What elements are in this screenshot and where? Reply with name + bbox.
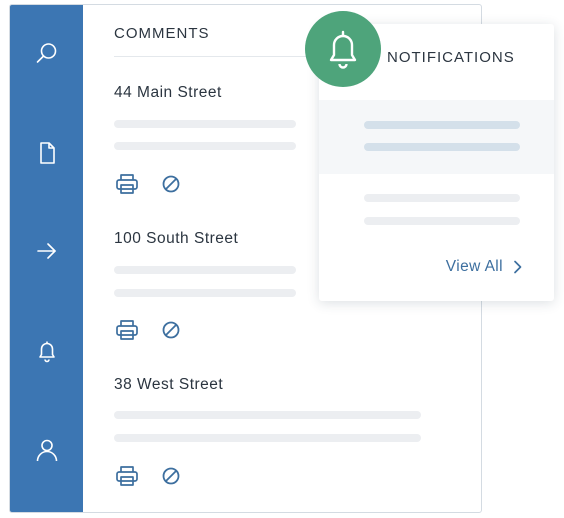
text-placeholder xyxy=(114,120,296,128)
arrow-right-icon xyxy=(36,243,56,259)
ban-icon xyxy=(162,467,180,485)
block-button[interactable] xyxy=(158,318,184,342)
text-placeholder xyxy=(364,194,520,202)
print-button[interactable] xyxy=(114,464,140,488)
comment-actions xyxy=(114,318,184,342)
ban-icon xyxy=(162,321,180,339)
bell-icon xyxy=(329,30,357,69)
notifications-badge xyxy=(305,11,381,87)
sidebar-item-profile[interactable] xyxy=(10,422,83,478)
print-icon xyxy=(116,174,138,194)
comment-actions xyxy=(114,464,184,488)
notification-item-unread[interactable] xyxy=(319,100,554,174)
print-icon xyxy=(116,320,138,340)
comment-item[interactable]: 38 West Street xyxy=(114,376,434,486)
comment-title: 38 West Street xyxy=(114,376,224,393)
document-icon xyxy=(39,142,55,164)
sidebar xyxy=(10,5,83,512)
text-placeholder xyxy=(114,434,421,442)
text-placeholder xyxy=(364,143,520,151)
sidebar-item-search[interactable] xyxy=(10,25,83,81)
sidebar-item-notifications[interactable] xyxy=(10,323,83,379)
text-placeholder xyxy=(364,217,520,225)
bell-icon xyxy=(38,341,55,363)
block-button[interactable] xyxy=(158,172,184,196)
text-placeholder xyxy=(114,266,296,274)
search-icon xyxy=(36,43,56,63)
notifications-title: NOTIFICATIONS xyxy=(387,49,515,66)
view-all-label: View All xyxy=(445,258,503,275)
sidebar-item-forward[interactable] xyxy=(10,223,83,279)
print-button[interactable] xyxy=(114,172,140,196)
user-icon xyxy=(36,439,57,462)
comments-heading: COMMENTS xyxy=(114,25,210,42)
text-placeholder xyxy=(114,411,421,419)
text-placeholder xyxy=(114,142,296,150)
text-placeholder xyxy=(114,289,296,297)
text-placeholder xyxy=(364,121,520,129)
print-icon xyxy=(116,466,138,486)
block-button[interactable] xyxy=(158,464,184,488)
view-all-link[interactable]: View All xyxy=(446,258,522,276)
ban-icon xyxy=(162,175,180,193)
chevron-right-icon xyxy=(514,260,522,274)
sidebar-item-documents[interactable] xyxy=(10,125,83,181)
print-button[interactable] xyxy=(114,318,140,342)
comment-actions xyxy=(114,172,184,196)
